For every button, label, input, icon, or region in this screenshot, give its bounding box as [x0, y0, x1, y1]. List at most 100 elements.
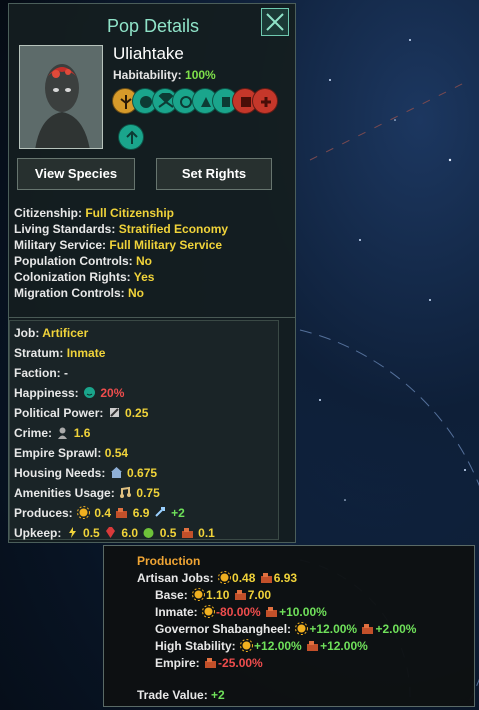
text-value: +2 [211, 688, 225, 702]
stat-political-power: Political Power: 0.25 [14, 406, 148, 420]
consumer-goods-icon [260, 573, 272, 583]
stat-produces: Produces: 0.4 6.9 +2 [14, 506, 185, 520]
stat-job: Job: Artificer [14, 326, 88, 340]
species-portrait [19, 45, 103, 149]
text-value: Amenities Usage: [14, 486, 115, 500]
text-value: Migration Controls: [14, 286, 125, 300]
panel-title: Pop Details [106, 16, 200, 36]
energy-icon [68, 527, 76, 538]
stat-stratum: Stratum: Inmate [14, 346, 105, 360]
text-value: 1.6 [73, 426, 91, 440]
text-value: Produces: [14, 506, 73, 520]
right-colonization-rights: Colonization Rights: Yes [14, 269, 228, 285]
text-value: Yes [133, 270, 155, 284]
text-value: Full Citizenship [85, 206, 175, 220]
housing-icon [110, 467, 122, 478]
text-value: Inmate: [155, 605, 198, 619]
species-rights: Citizenship: Full Citizenship Living Sta… [14, 205, 228, 301]
text-value: 20% [100, 386, 125, 400]
tooltip-governor: Governor Shabangheel: +12.00% +2.00% [155, 622, 416, 636]
unity-icon [240, 639, 254, 652]
consumer-goods-icon [116, 508, 128, 518]
pop-details-panel: Pop Details Uliahtake Habitability: 100% [8, 3, 296, 543]
tooltip-artisan-jobs: Artisan Jobs: 0.48 6.93 [137, 571, 297, 585]
text-value: 0.675 [127, 466, 158, 480]
tooltip-high-stability: High Stability: +12.00% +12.00% [155, 639, 368, 653]
text-value: Artificer [42, 326, 89, 340]
text-value: 0.75 [136, 486, 160, 500]
text-value: 1.10 [206, 588, 230, 602]
happiness-icon [84, 387, 96, 398]
text-value: Stratum: [14, 346, 64, 360]
text-value: 0.48 [232, 571, 256, 585]
text-value: No [136, 254, 152, 268]
unity-icon [192, 588, 206, 601]
tooltip-inmate: Inmate: -80.00% +10.00% [155, 605, 327, 619]
trade-value-icon [155, 507, 165, 517]
consumer-goods-icon [181, 528, 193, 538]
text-value: 0.5 [83, 526, 100, 540]
text-value: 0.54 [104, 446, 129, 460]
habitability-value: 100% [185, 68, 216, 82]
food-icon [143, 528, 154, 538]
close-icon [266, 13, 284, 31]
pop-name: Uliahtake [113, 44, 184, 63]
right-living-standards: Living Standards: Stratified Economy [14, 221, 228, 237]
text-value: 0.4 [94, 506, 112, 520]
consumer-goods-icon [205, 658, 217, 668]
text-value: Job: [14, 326, 40, 340]
political-power-icon [109, 408, 119, 417]
consumer-goods-icon [234, 590, 246, 600]
text-value: Living Standards: [14, 222, 116, 236]
consumer-goods-icon [266, 607, 278, 617]
set-rights-button[interactable]: Set Rights [156, 158, 272, 190]
text-value: Political Power: [14, 406, 104, 420]
stat-housing: Housing Needs: 0.675 [14, 466, 157, 480]
text-value: Housing Needs: [14, 466, 106, 480]
pop-stats: Job: Artificer Stratum: Inmate Faction: … [9, 320, 279, 540]
stat-crime: Crime: 1.6 [14, 426, 90, 440]
text-value: +10.00% [279, 605, 327, 619]
text-value: Citizenship: [14, 206, 82, 220]
text-value: Upkeep: [14, 526, 62, 540]
text-value: Crime: [14, 426, 53, 440]
text-value: Empire Sprawl: [14, 446, 102, 460]
stat-amenities: Amenities Usage: 0.75 [14, 486, 160, 500]
habitability-label: Habitability: [113, 68, 182, 82]
text-value: 6.9 [132, 506, 150, 520]
text-value: +2.00% [375, 622, 417, 636]
text-value: Inmate [66, 346, 106, 360]
unity-icon [202, 605, 216, 618]
unity-icon [295, 622, 309, 635]
text-value: High Stability: [155, 639, 236, 653]
stat-happiness: Happiness: 20% [14, 386, 124, 400]
stat-empire-sprawl: Empire Sprawl: 0.54 [14, 446, 128, 460]
consumer-goods-icon [362, 624, 374, 634]
text-value: Population Controls: [14, 254, 133, 268]
view-species-button[interactable]: View Species [17, 158, 135, 190]
tooltip-header: Production [137, 554, 201, 568]
close-button[interactable] [261, 8, 289, 36]
text-value: - [64, 366, 69, 380]
text-value: Full Military Service [109, 238, 223, 252]
text-value: Colonization Rights: [14, 270, 131, 284]
unity-icon [77, 506, 91, 519]
text-value: Faction: [14, 366, 61, 380]
text-value: 0.25 [125, 406, 149, 420]
text-value: Governor Shabangheel: [155, 622, 292, 636]
trait-negative2-icon[interactable] [252, 88, 278, 114]
text-value: Artisan Jobs: [137, 571, 214, 585]
tooltip-base: Base: 1.10 7.00 [155, 588, 271, 602]
text-value: +12.00% [254, 639, 302, 653]
stat-faction: Faction: - [14, 366, 68, 380]
consumer-goods-icon [307, 641, 319, 651]
text-value: Base: [155, 588, 188, 602]
right-population-controls: Population Controls: No [14, 253, 228, 269]
right-military-service: Military Service: Full Military Service [14, 237, 228, 253]
production-tooltip: Production Artisan Jobs: 0.48 6.93 Base:… [103, 545, 475, 707]
text-value: 0.5 [159, 526, 177, 540]
trait-leader-icon[interactable] [118, 124, 144, 150]
text-value: Stratified Economy [118, 222, 229, 236]
rare-gems-icon [106, 527, 116, 538]
right-citizenship: Citizenship: Full Citizenship [14, 205, 228, 221]
